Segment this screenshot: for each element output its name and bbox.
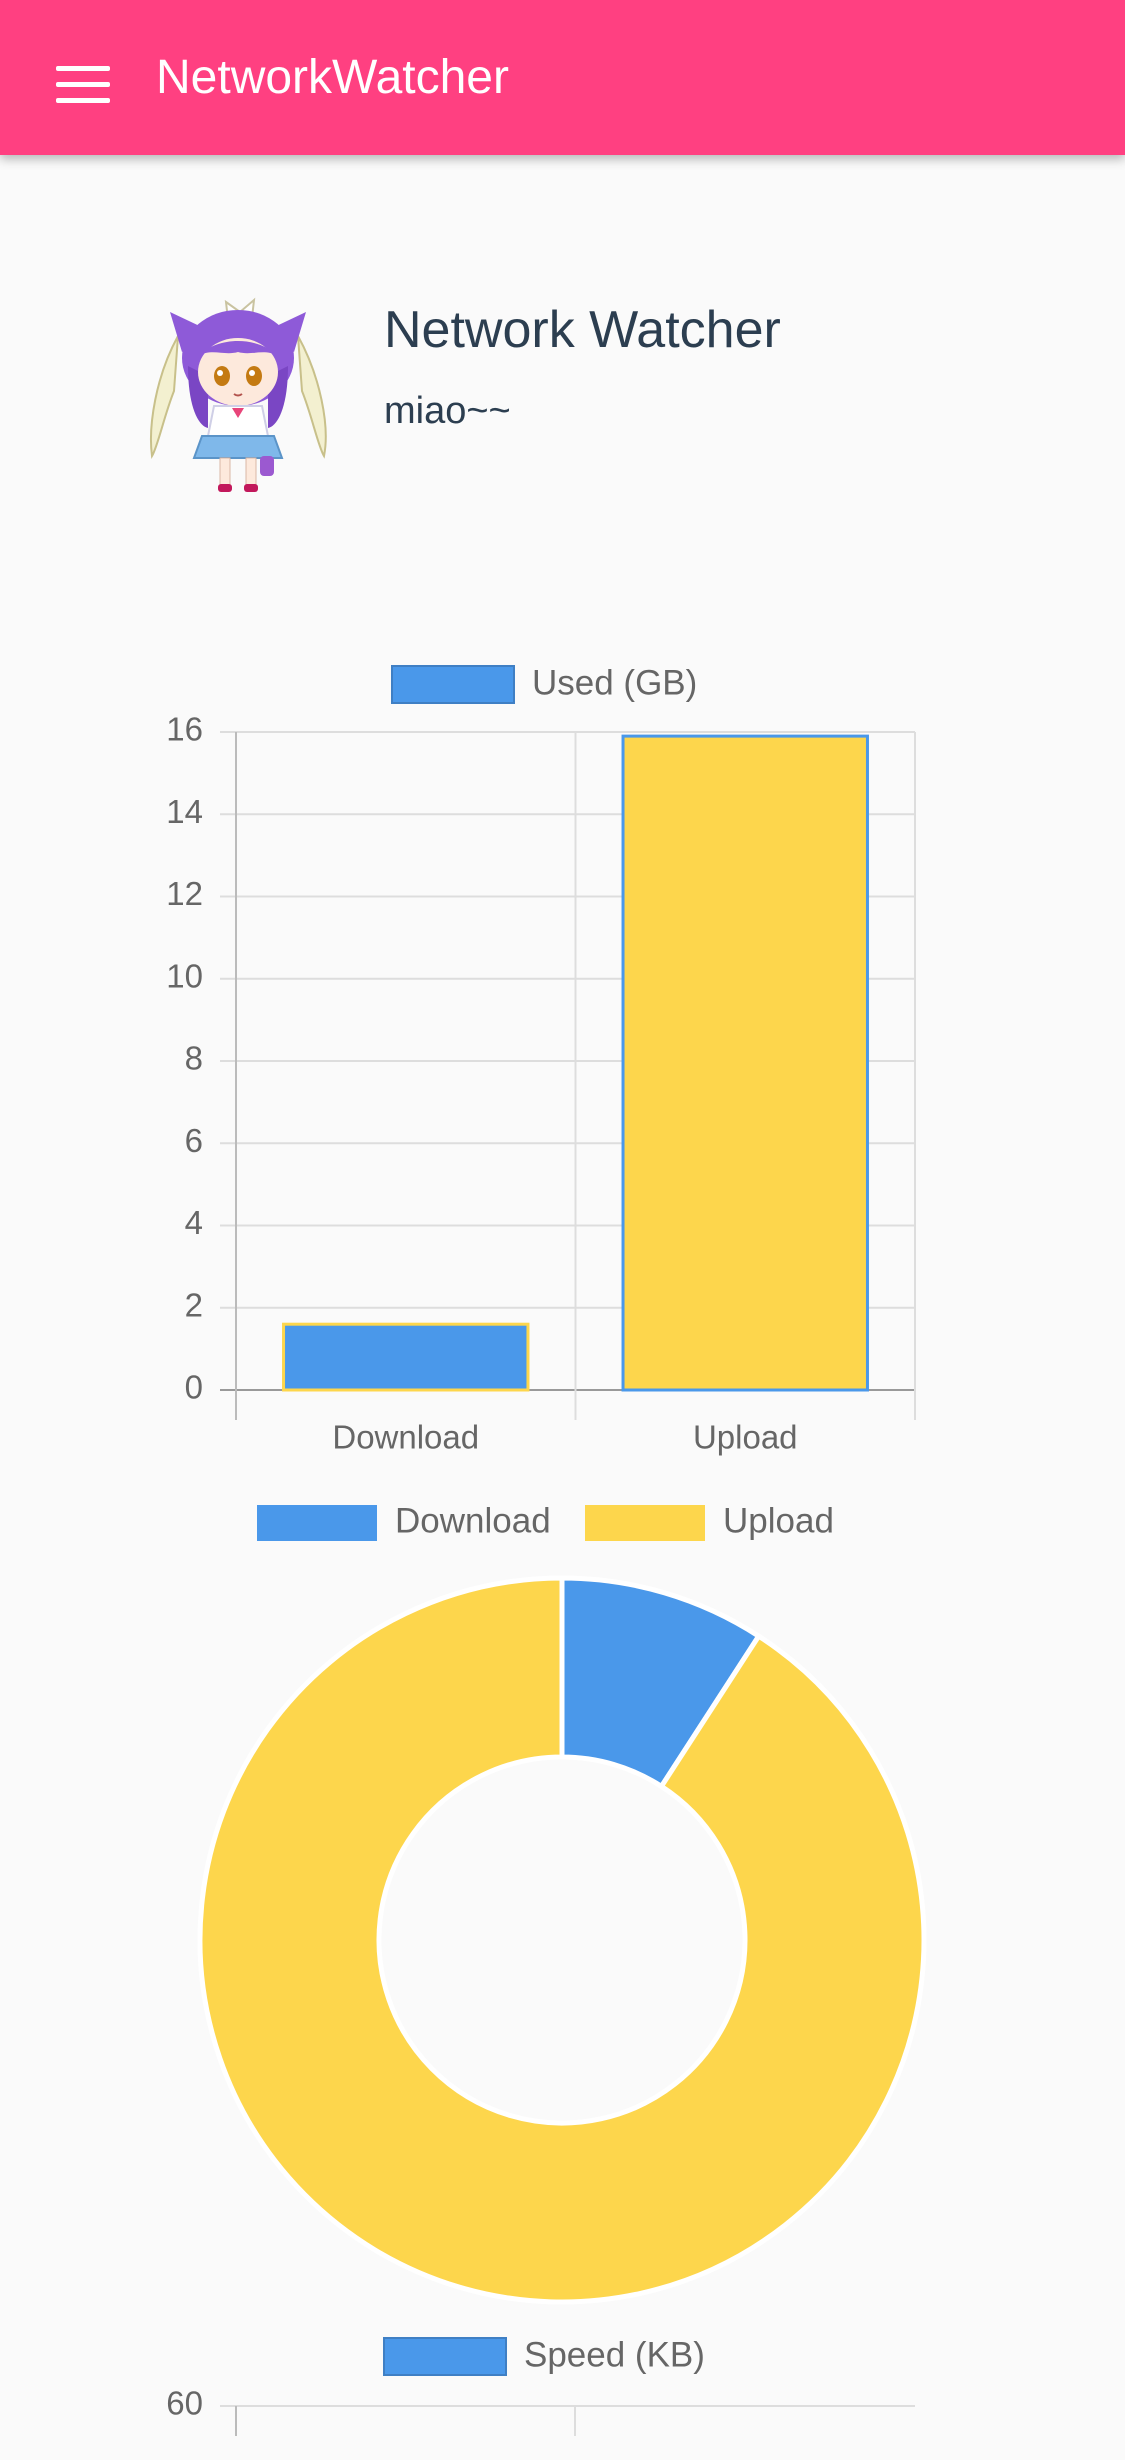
y-tick-label: 0: [185, 1369, 203, 1406]
avatar-icon: [150, 297, 327, 492]
y-tick-label: 10: [166, 957, 203, 994]
y-tick-label: 16: [166, 711, 203, 748]
legend-swatch-speed: [383, 2337, 507, 2376]
legend-swatch-upload: [585, 1505, 705, 1541]
y-tick-label: 8: [185, 1040, 203, 1077]
profile-name: Network Watcher: [384, 301, 781, 359]
menu-icon-line: [56, 82, 110, 87]
y-tick-label: 14: [166, 793, 203, 830]
profile-subtitle: miao~~: [384, 390, 511, 432]
y-tick-label: 12: [166, 875, 203, 912]
app-bar: NetworkWatcher: [0, 0, 1125, 155]
menu-icon-line: [56, 66, 110, 71]
legend-label-speed: Speed (KB): [524, 2335, 705, 2374]
legend-label-download: Download: [395, 1501, 551, 1540]
y-tick-label: 60: [166, 2385, 203, 2422]
app-title: NetworkWatcher: [156, 51, 509, 104]
bar-download: [282, 1322, 530, 1392]
legend-swatch-download: [257, 1505, 377, 1541]
legend-swatch-used: [391, 665, 515, 704]
speed-bar-chart: Speed (KB) 60: [166, 2335, 915, 2436]
legend-label-upload: Upload: [723, 1501, 834, 1540]
y-tick-label: 2: [185, 1286, 203, 1323]
menu-icon[interactable]: [40, 40, 128, 128]
y-tick-label: 4: [185, 1204, 203, 1241]
bar-upload: [621, 734, 869, 1392]
slice-upload: [197, 1575, 927, 2305]
y-tick-label: 6: [185, 1122, 203, 1159]
menu-icon-line: [56, 98, 110, 103]
x-tick-label: Download: [332, 1419, 479, 1456]
x-tick-label: Upload: [693, 1419, 798, 1456]
legend-label-used: Used (GB): [532, 663, 697, 702]
